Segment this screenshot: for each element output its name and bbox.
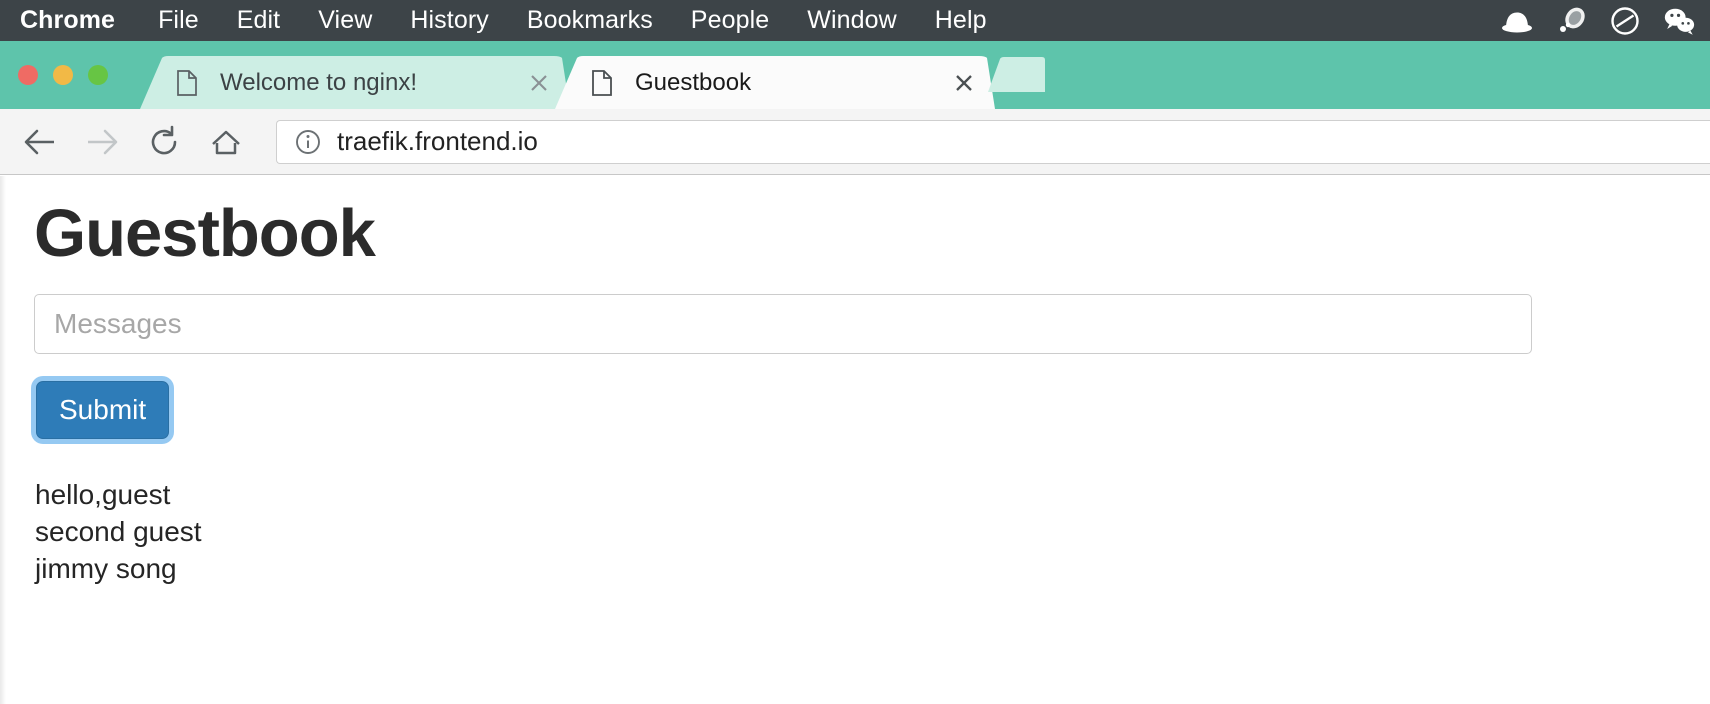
menu-item-edit[interactable]: Edit bbox=[218, 0, 299, 41]
menu-item-help[interactable]: Help bbox=[916, 0, 1006, 41]
browser-tab-nginx[interactable]: Welcome to nginx! bbox=[140, 56, 570, 109]
list-item: jimmy song bbox=[35, 551, 1710, 588]
bowler-hat-icon[interactable] bbox=[1500, 4, 1534, 38]
browser-tab-guestbook[interactable]: Guestbook bbox=[555, 56, 995, 109]
forward-arrow-icon bbox=[74, 114, 130, 170]
info-circle-icon[interactable] bbox=[295, 129, 321, 155]
list-item: hello,guest bbox=[35, 477, 1710, 514]
menu-item-bookmarks[interactable]: Bookmarks bbox=[508, 0, 672, 41]
page-viewport: Guestbook Submit hello,guest second gues… bbox=[0, 176, 1710, 704]
macos-menu-bar: Chrome File Edit View History Bookmarks … bbox=[0, 0, 1710, 41]
guestbook-app: Guestbook Submit hello,guest second gues… bbox=[34, 176, 1710, 588]
window-zoom-button[interactable] bbox=[88, 65, 108, 85]
snail-spiral-icon[interactable] bbox=[1554, 4, 1588, 38]
menu-item-file[interactable]: File bbox=[139, 0, 218, 41]
address-bar[interactable]: traefik.frontend.io bbox=[276, 120, 1710, 164]
address-bar-url: traefik.frontend.io bbox=[337, 126, 538, 157]
back-arrow-icon[interactable] bbox=[12, 114, 68, 170]
menu-item-chrome[interactable]: Chrome bbox=[16, 0, 139, 41]
menu-item-window[interactable]: Window bbox=[788, 0, 916, 41]
list-item: second guest bbox=[35, 514, 1710, 551]
menu-bar-tray bbox=[1500, 0, 1696, 41]
window-minimize-button[interactable] bbox=[53, 65, 73, 85]
home-icon[interactable] bbox=[198, 114, 254, 170]
window-close-button[interactable] bbox=[18, 65, 38, 85]
tab-close-icon[interactable] bbox=[951, 70, 977, 96]
tab-close-icon[interactable] bbox=[526, 70, 552, 96]
tab-title-guestbook: Guestbook bbox=[635, 69, 941, 97]
page-title: Guestbook bbox=[34, 198, 1710, 270]
page-left-edge bbox=[0, 176, 6, 704]
reload-icon[interactable] bbox=[136, 114, 192, 170]
window-traffic-lights bbox=[18, 65, 108, 85]
wechat-icon[interactable] bbox=[1662, 4, 1696, 38]
tab-title-nginx: Welcome to nginx! bbox=[220, 69, 516, 97]
message-list: hello,guest second guest jimmy song bbox=[35, 477, 1710, 588]
menu-item-view[interactable]: View bbox=[299, 0, 391, 41]
menu-item-people[interactable]: People bbox=[672, 0, 788, 41]
chrome-toolbar: traefik.frontend.io bbox=[0, 109, 1710, 175]
submit-button[interactable]: Submit bbox=[36, 381, 169, 439]
message-input[interactable] bbox=[34, 294, 1532, 354]
do-not-disturb-icon[interactable] bbox=[1608, 4, 1642, 38]
menu-item-history[interactable]: History bbox=[391, 0, 507, 41]
page-icon bbox=[176, 70, 198, 96]
new-tab-button[interactable] bbox=[988, 56, 1046, 92]
page-icon bbox=[591, 70, 613, 96]
chrome-tab-strip: Welcome to nginx! Guestbook bbox=[0, 41, 1710, 109]
